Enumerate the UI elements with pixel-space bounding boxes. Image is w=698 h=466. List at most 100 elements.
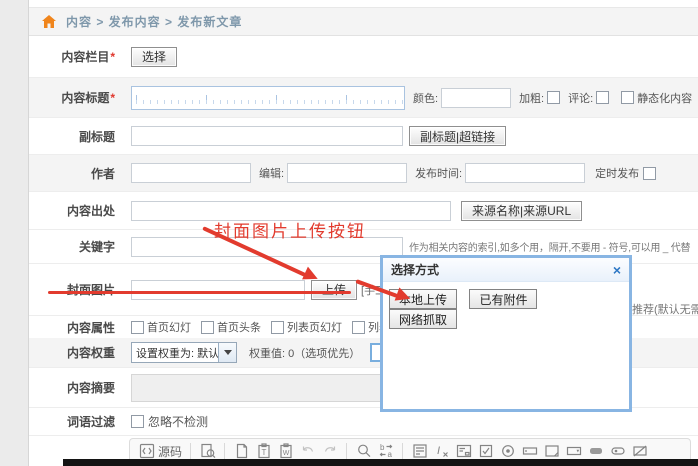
find-icon[interactable] [355,443,372,460]
title-comment-label: 评论: [568,90,593,106]
subtitle-input[interactable] [131,126,403,146]
row-content-column: 内容栏目* 选择 [29,36,698,78]
local-upload-button[interactable]: 本地上传 [389,289,457,309]
content-column-label: 内容栏目* [29,48,115,65]
source-code-button[interactable]: 源码 [138,443,182,460]
title-color-input[interactable] [441,88,511,108]
hidden-field-icon[interactable] [631,443,648,460]
editor-area: 源码 T W ba I [29,436,698,460]
content-title-label: 内容标题* [29,89,115,106]
cover-image-input[interactable] [131,280,305,300]
row-subtitle: 副标题 副标题|超链接 [29,118,698,155]
svg-text:b: b [380,443,385,452]
home-icon[interactable] [42,15,56,28]
required-mark: * [110,50,115,64]
editor-label: 编辑: [259,165,284,181]
form-icon[interactable] [455,443,472,460]
dialog-body: 本地上传 已有附件 网络抓取 [383,282,629,336]
attr-home-headline-checkbox[interactable] [201,321,214,334]
row-author: 作者 编辑: 发布时间: 定时发布 [29,155,698,192]
cover-image-label: 封面图片 [29,281,115,298]
select-column-button[interactable]: 选择 [131,47,177,67]
svg-text:a: a [387,450,392,459]
scheduled-checkbox[interactable] [643,167,656,180]
pubtime-label: 发布时间: [415,165,462,181]
paste-text-icon[interactable]: T [255,443,272,460]
close-icon[interactable]: × [613,263,621,277]
author-label: 作者 [29,165,115,182]
attr-list-slide-checkbox[interactable] [271,321,284,334]
dialog-title: 选择方式 [391,261,439,278]
breadcrumb-path: 内容 > 发布内容 > 发布新文章 [66,13,242,30]
attr-home-slide-checkbox[interactable] [131,321,144,334]
replace-icon[interactable]: ba [377,443,394,460]
preview-icon[interactable] [199,443,216,460]
weight-value-text: 权重值: 0（选项优先） [249,345,360,361]
source-label: 内容出处 [29,202,115,219]
toolbar-divider [402,443,403,459]
image-button-icon[interactable] [609,443,626,460]
undo-icon[interactable] [299,443,316,460]
ignore-check-label: 忽略不检测 [148,413,208,430]
attr-list-slide-label: 列表页幻灯 [287,319,342,335]
web-grab-button[interactable]: 网络抓取 [389,309,457,329]
new-page-icon[interactable] [233,443,250,460]
static-content-checkbox[interactable] [621,91,634,104]
content-attrs-label: 内容属性 [29,319,115,336]
title-comment-checkbox[interactable] [596,91,609,104]
source-name-url-button[interactable]: 来源名称|来源URL [461,201,582,221]
text-field-icon[interactable] [521,443,538,460]
svg-text:W: W [282,450,289,457]
red-underline [48,291,351,294]
pubtime-input[interactable] [465,163,585,183]
existing-attachment-button[interactable]: 已有附件 [469,289,537,309]
dropdown-arrow-icon[interactable] [218,343,236,362]
keywords-label: 关键字 [29,238,115,255]
row-word-filter: 词语过滤 忽略不检测 [29,408,698,436]
redo-icon[interactable] [321,443,338,460]
toolbar-divider [224,443,225,459]
scheduled-label: 定时发布 [595,165,639,181]
source-input[interactable] [131,201,451,221]
word-filter-label: 词语过滤 [29,413,115,430]
content-title-input[interactable] [131,86,405,110]
select-all-icon[interactable] [411,443,428,460]
subtitle-hyperlink-button[interactable]: 副标题|超链接 [409,126,506,146]
svg-text:I: I [437,445,440,457]
title-bold-label: 加粗: [519,90,544,106]
radio-button-icon[interactable] [499,443,516,460]
weight-select[interactable]: 设置权重为: 默认 [131,342,237,363]
title-bold-checkbox[interactable] [547,91,560,104]
keywords-hint: 作为相关内容的索引,如多个用，隔开,不要用 - 符号,可以用 _ 代替 [409,239,690,254]
title-color-label: 颜色: [413,90,438,106]
attr-home-slide-label: 首页幻灯 [147,319,191,335]
upload-button[interactable]: 上传 [311,280,357,300]
weight-select-value: 设置权重为: 默认 [132,345,218,361]
checkbox-icon[interactable] [477,443,494,460]
keywords-input[interactable] [131,237,403,257]
attr-home-headline-label: 首页头条 [217,319,261,335]
svg-text:T: T [261,448,266,457]
recommend-fragment: 推荐(默认无需设 [632,301,698,317]
toolbar-divider [190,443,191,459]
row-content-title: 内容标题* 颜色: 加粗: 评论: 静态化内容 [29,78,698,118]
toolbar-divider [346,443,347,459]
author-input[interactable] [131,163,251,183]
source-code-icon [138,443,155,460]
textarea-icon[interactable] [543,443,560,460]
bottom-edge-bar [63,459,698,466]
remove-format-icon[interactable]: I [433,443,450,460]
select-method-dialog: 选择方式 × 本地上传 已有附件 网络抓取 [380,255,632,412]
summary-label: 内容摘要 [29,379,115,396]
subtitle-label: 副标题 [29,128,115,145]
paste-word-icon[interactable]: W [277,443,294,460]
left-gutter [0,0,29,466]
select-field-icon[interactable] [565,443,582,460]
breadcrumb: 内容 > 发布内容 > 发布新文章 [29,7,698,36]
button-icon[interactable] [587,443,604,460]
weight-label: 内容权重 [29,344,115,361]
attr-list-headline-checkbox[interactable] [352,321,365,334]
editor-input[interactable] [287,163,407,183]
ignore-check-checkbox[interactable] [131,415,144,428]
source-code-label: 源码 [158,443,182,460]
